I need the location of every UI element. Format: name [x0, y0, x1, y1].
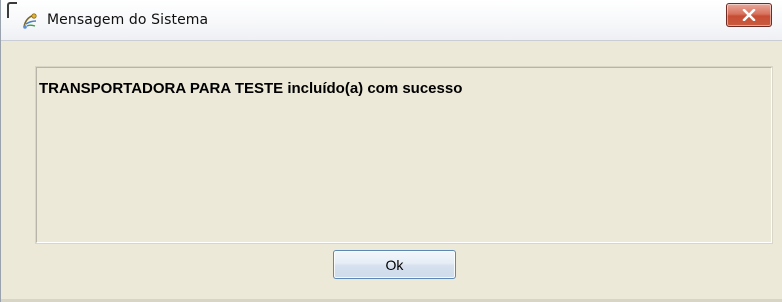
message-dialog: Mensagem do Sistema TRANSPORTADORA PARA …	[0, 0, 782, 302]
close-button[interactable]	[726, 3, 772, 27]
title-bar[interactable]: Mensagem do Sistema	[1, 0, 782, 41]
message-panel: TRANSPORTADORA PARA TESTE incluído(a) co…	[36, 67, 772, 243]
message-text: TRANSPORTADORA PARA TESTE incluído(a) co…	[39, 80, 463, 97]
close-icon	[742, 9, 756, 21]
window-title: Mensagem do Sistema	[47, 12, 209, 28]
ok-button[interactable]: Ok	[333, 250, 456, 279]
window-corner-mark	[7, 2, 17, 18]
system-message-icon	[21, 12, 39, 30]
dialog-content: TRANSPORTADORA PARA TESTE incluído(a) co…	[10, 41, 772, 302]
